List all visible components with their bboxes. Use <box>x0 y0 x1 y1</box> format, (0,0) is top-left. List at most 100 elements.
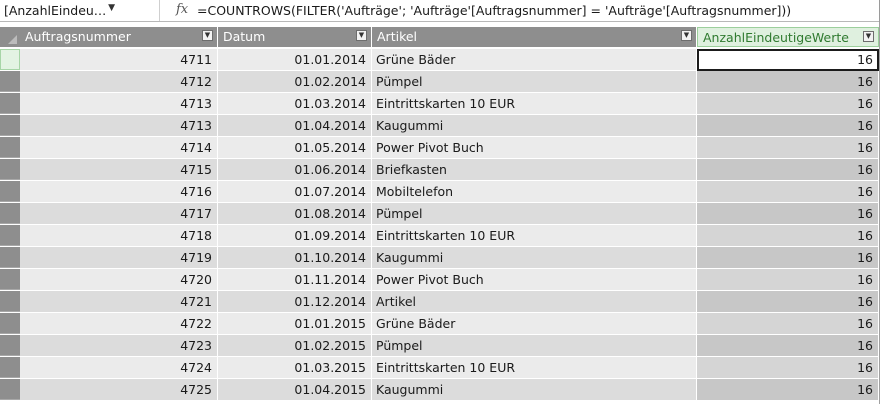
filter-dropdown-icon[interactable]: ▼ <box>202 30 213 41</box>
cell-anzahleindeutigewerte[interactable]: 16 <box>697 247 879 269</box>
row-header[interactable] <box>0 49 20 70</box>
cell-anzahleindeutigewerte[interactable]: 16 <box>697 49 879 71</box>
filter-dropdown-icon[interactable]: ▼ <box>681 30 692 41</box>
cell-datum[interactable]: 01.04.2015 <box>218 379 372 401</box>
cell-auftragsnummer[interactable]: 4718 <box>20 225 218 247</box>
cell-anzahleindeutigewerte[interactable]: 16 <box>697 203 879 225</box>
divider <box>879 0 880 22</box>
cell-auftragsnummer[interactable]: 4721 <box>20 291 218 313</box>
cell-artikel[interactable]: Power Pivot Buch <box>372 269 697 291</box>
cell-artikel[interactable]: Eintrittskarten 10 EUR <box>372 357 697 379</box>
cell-datum[interactable]: 01.01.2014 <box>218 49 372 71</box>
cell-auftragsnummer[interactable]: 4713 <box>20 93 218 115</box>
name-box[interactable]: [AnzahlEindeu… ▼ <box>0 0 160 21</box>
cell-auftragsnummer[interactable]: 4715 <box>20 159 218 181</box>
row-header[interactable] <box>0 247 20 268</box>
row-header[interactable] <box>0 379 20 400</box>
cell-anzahleindeutigewerte[interactable]: 16 <box>697 159 879 181</box>
row-header[interactable] <box>0 269 20 290</box>
row-header[interactable] <box>0 137 20 158</box>
cell-datum[interactable]: 01.10.2014 <box>218 247 372 269</box>
cell-auftragsnummer[interactable]: 4724 <box>20 357 218 379</box>
row-header[interactable] <box>0 291 20 312</box>
row-header[interactable] <box>0 203 20 224</box>
formula-input[interactable]: =COUNTROWS(FILTER('Aufträge'; 'Aufträge'… <box>197 3 791 18</box>
cell-anzahleindeutigewerte[interactable]: 16 <box>697 115 879 137</box>
cell-datum[interactable]: 01.01.2015 <box>218 313 372 335</box>
cell-anzahleindeutigewerte[interactable]: 16 <box>697 93 879 115</box>
cell-artikel[interactable]: Pümpel <box>372 335 697 357</box>
row-header[interactable] <box>0 225 20 246</box>
table-row: 4715 01.06.2014 Briefkasten 16 <box>0 159 880 181</box>
cell-anzahleindeutigewerte[interactable]: 16 <box>697 357 879 379</box>
cell-auftragsnummer[interactable]: 4713 <box>20 115 218 137</box>
cell-artikel[interactable]: Grüne Bäder <box>372 49 697 71</box>
cell-auftragsnummer[interactable]: 4714 <box>20 137 218 159</box>
table-row: 4716 01.07.2014 Mobiltelefon 16 <box>0 181 880 203</box>
row-header[interactable] <box>0 115 20 136</box>
chevron-down-icon[interactable]: ▼ <box>108 3 115 13</box>
cell-datum[interactable]: 01.02.2015 <box>218 335 372 357</box>
cell-artikel[interactable]: Briefkasten <box>372 159 697 181</box>
row-header[interactable] <box>0 357 20 378</box>
cell-auftragsnummer[interactable]: 4716 <box>20 181 218 203</box>
column-header-label: Datum <box>223 29 266 44</box>
function-icon[interactable]: fx <box>176 2 188 17</box>
row-header[interactable] <box>0 313 20 334</box>
table-row: 4719 01.10.2014 Kaugummi 16 <box>0 247 880 269</box>
cell-anzahleindeutigewerte[interactable]: 16 <box>697 269 879 291</box>
cell-artikel[interactable]: Kaugummi <box>372 115 697 137</box>
cell-anzahleindeutigewerte[interactable]: 16 <box>697 137 879 159</box>
cell-artikel[interactable]: Eintrittskarten 10 EUR <box>372 225 697 247</box>
cell-anzahleindeutigewerte[interactable]: 16 <box>697 291 879 313</box>
cell-artikel[interactable]: Eintrittskarten 10 EUR <box>372 93 697 115</box>
cell-auftragsnummer[interactable]: 4725 <box>20 379 218 401</box>
cell-anzahleindeutigewerte[interactable]: 16 <box>697 335 879 357</box>
cell-anzahleindeutigewerte[interactable]: 16 <box>697 181 879 203</box>
cell-datum[interactable]: 01.05.2014 <box>218 137 372 159</box>
cell-artikel[interactable]: Mobiltelefon <box>372 181 697 203</box>
row-header[interactable] <box>0 335 20 356</box>
cell-auftragsnummer[interactable]: 4711 <box>20 49 218 71</box>
cell-artikel[interactable]: Power Pivot Buch <box>372 137 697 159</box>
cell-auftragsnummer[interactable]: 4717 <box>20 203 218 225</box>
select-all-corner[interactable] <box>0 27 20 47</box>
cell-auftragsnummer[interactable]: 4722 <box>20 313 218 335</box>
cell-datum[interactable]: 01.08.2014 <box>218 203 372 225</box>
cell-auftragsnummer[interactable]: 4720 <box>20 269 218 291</box>
column-header-auftragsnummer[interactable]: Auftragsnummer ▼ <box>20 27 218 47</box>
header-row: Auftragsnummer ▼ Datum ▼ Artikel ▼ Anzah… <box>0 27 880 49</box>
cell-datum[interactable]: 01.06.2014 <box>218 159 372 181</box>
cell-anzahleindeutigewerte[interactable]: 16 <box>697 379 879 401</box>
cell-datum[interactable]: 01.12.2014 <box>218 291 372 313</box>
filter-dropdown-icon[interactable]: ▼ <box>863 31 874 42</box>
cell-anzahleindeutigewerte[interactable]: 16 <box>697 313 879 335</box>
row-header[interactable] <box>0 71 20 92</box>
cell-anzahleindeutigewerte[interactable]: 16 <box>697 225 879 247</box>
cell-artikel[interactable]: Grüne Bäder <box>372 313 697 335</box>
row-header[interactable] <box>0 181 20 202</box>
cell-auftragsnummer[interactable]: 4712 <box>20 71 218 93</box>
cell-datum[interactable]: 01.11.2014 <box>218 269 372 291</box>
cell-artikel[interactable]: Kaugummi <box>372 379 697 401</box>
filter-dropdown-icon[interactable]: ▼ <box>356 30 367 41</box>
column-header-datum[interactable]: Datum ▼ <box>218 27 372 47</box>
cell-datum[interactable]: 01.03.2015 <box>218 357 372 379</box>
cell-datum[interactable]: 01.09.2014 <box>218 225 372 247</box>
row-header[interactable] <box>0 93 20 114</box>
column-header-artikel[interactable]: Artikel ▼ <box>372 27 697 47</box>
cell-datum[interactable]: 01.04.2014 <box>218 115 372 137</box>
column-header-anzahleindeutigewerte[interactable]: AnzahlEindeutigeWerte ▼ <box>697 27 879 47</box>
cell-auftragsnummer[interactable]: 4723 <box>20 335 218 357</box>
cell-artikel[interactable]: Kaugummi <box>372 247 697 269</box>
cell-auftragsnummer[interactable]: 4719 <box>20 247 218 269</box>
cell-artikel[interactable]: Pümpel <box>372 71 697 93</box>
cell-artikel[interactable]: Pümpel <box>372 203 697 225</box>
row-header[interactable] <box>0 159 20 180</box>
cell-datum[interactable]: 01.02.2014 <box>218 71 372 93</box>
cell-artikel[interactable]: Artikel <box>372 291 697 313</box>
cell-datum[interactable]: 01.07.2014 <box>218 181 372 203</box>
cell-anzahleindeutigewerte[interactable]: 16 <box>697 71 879 93</box>
table-row: 4722 01.01.2015 Grüne Bäder 16 <box>0 313 880 335</box>
cell-datum[interactable]: 01.03.2014 <box>218 93 372 115</box>
